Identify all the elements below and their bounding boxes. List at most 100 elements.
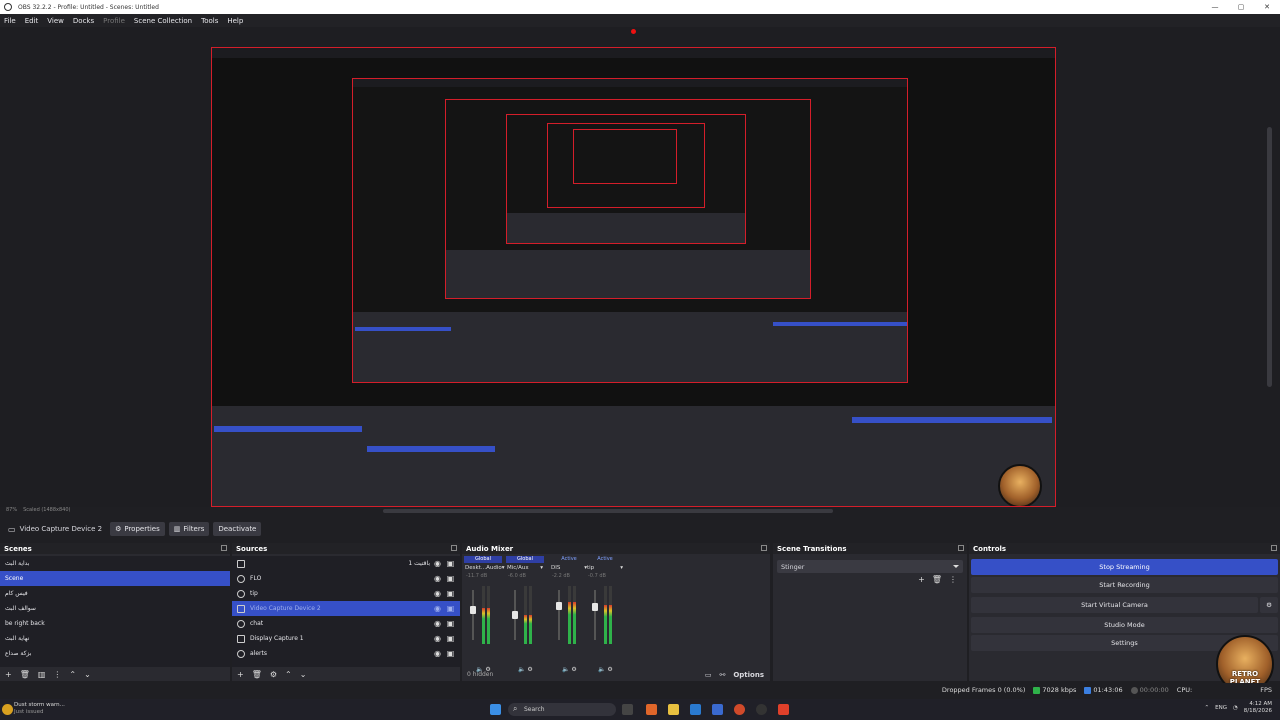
scene-item[interactable]: سوالف البث <box>0 601 230 616</box>
studio-mode-button[interactable]: Studio Mode <box>971 617 1278 633</box>
menu-tools[interactable]: Tools <box>201 17 218 25</box>
volume-slider[interactable] <box>512 590 518 640</box>
scene-filters-icon[interactable]: ▥ <box>38 670 46 679</box>
deactivate-button[interactable]: Deactivate <box>213 522 262 536</box>
menu-file[interactable]: File <box>4 17 16 25</box>
gear-icon[interactable]: ⚙ <box>607 666 612 673</box>
volume-slider[interactable] <box>556 590 562 640</box>
chevron-down-icon[interactable]: ▾ <box>540 565 543 571</box>
more-icon[interactable]: ⋮ <box>53 670 61 679</box>
source-item[interactable]: alerts ◉ ▣ <box>232 646 460 661</box>
stop-streaming-button[interactable]: Stop Streaming <box>971 559 1278 575</box>
close-button[interactable]: ✕ <box>1254 0 1280 14</box>
volume-slider-knob[interactable] <box>512 611 518 619</box>
move-down-icon[interactable]: ⌄ <box>84 670 91 679</box>
lock-icon[interactable]: ▣ <box>446 604 455 613</box>
chevron-down-icon[interactable]: ▾ <box>502 565 505 571</box>
menu-help[interactable]: Help <box>227 17 243 25</box>
sources-list[interactable]: باقتيت 1 ◉ ▣ FLO ◉ ▣ tip ◉ ▣ Video Captu… <box>232 556 460 667</box>
source-item[interactable]: FLO ◉ ▣ <box>232 571 460 586</box>
lock-icon[interactable]: ▣ <box>446 589 455 598</box>
wifi-icon[interactable]: ◔ <box>1233 705 1238 711</box>
move-down-icon[interactable]: ⌄ <box>300 670 307 679</box>
undock-icon[interactable] <box>221 545 227 551</box>
lock-icon[interactable]: ▣ <box>446 634 455 643</box>
lock-icon[interactable]: ▣ <box>446 574 455 583</box>
virtual-camera-settings-icon[interactable]: ⚙ <box>1260 597 1278 613</box>
taskbar-search[interactable]: ⌕ Search <box>508 703 616 716</box>
volume-slider-knob[interactable] <box>470 606 476 614</box>
add-icon[interactable]: + <box>237 670 244 679</box>
move-up-icon[interactable]: ⌃ <box>285 670 292 679</box>
preview-vertical-scrollbar[interactable] <box>1267 127 1272 387</box>
eye-icon[interactable]: ◉ <box>433 649 442 658</box>
scene-item[interactable]: be right back <box>0 616 230 631</box>
speaker-icon[interactable]: 🔈 <box>598 666 605 673</box>
source-item[interactable]: chat ◉ ▣ <box>232 616 460 631</box>
channel-name-row[interactable]: DIS ▾ <box>550 563 588 573</box>
lock-icon[interactable]: ▣ <box>446 649 455 658</box>
obs-icon[interactable] <box>756 704 767 715</box>
menu-scene-collection[interactable]: Scene Collection <box>134 17 192 25</box>
volume-slider[interactable] <box>592 590 598 640</box>
undock-icon[interactable] <box>1271 545 1277 551</box>
preview-horizontal-scrollbar[interactable] <box>383 509 833 513</box>
mixer-options-button[interactable]: Options <box>733 671 764 679</box>
volume-slider-knob[interactable] <box>592 603 598 611</box>
minimize-button[interactable]: — <box>1202 0 1228 14</box>
scene-item[interactable]: بداية البث <box>0 556 230 571</box>
transition-select[interactable]: Stinger <box>777 560 963 573</box>
chrome-icon[interactable] <box>734 704 745 715</box>
menu-profile[interactable]: Profile <box>103 17 125 25</box>
move-up-icon[interactable]: ⌃ <box>69 670 76 679</box>
menu-docks[interactable]: Docks <box>73 17 94 25</box>
channel-name-row[interactable]: Mic/Aux ▾ <box>506 563 544 573</box>
undock-icon[interactable] <box>451 545 457 551</box>
trash-icon[interactable]: 🗑 <box>252 670 262 679</box>
lock-icon[interactable]: ▣ <box>446 559 455 568</box>
eye-icon[interactable]: ◉ <box>433 619 442 628</box>
undock-icon[interactable] <box>958 545 964 551</box>
preview-canvas[interactable] <box>211 47 1056 507</box>
gear-icon[interactable]: ⚙ <box>270 670 277 679</box>
eye-icon[interactable]: ◉ <box>433 574 442 583</box>
channel-name-row[interactable]: Deskt...Audio ▾ <box>464 563 505 573</box>
transform-handle[interactable] <box>631 29 636 34</box>
source-item[interactable]: tip ◉ ▣ <box>232 586 460 601</box>
scene-item[interactable]: نهاية البث <box>0 631 230 646</box>
menu-view[interactable]: View <box>47 17 64 25</box>
speaker-icon[interactable]: 🔈 <box>562 666 569 673</box>
lang-indicator[interactable]: ENG <box>1215 705 1227 711</box>
app-icon[interactable] <box>712 704 723 715</box>
maximize-button[interactable]: ▢ <box>1228 0 1254 14</box>
scaled-resolution[interactable]: Scaled (1488x840) <box>23 507 70 513</box>
eye-icon[interactable]: ◉ <box>433 559 442 568</box>
eye-icon[interactable]: ◉ <box>433 604 442 613</box>
filters-button[interactable]: ▥ Filters <box>168 522 210 536</box>
trash-icon[interactable]: 🗑 <box>20 670 30 679</box>
volume-slider-knob[interactable] <box>556 602 562 610</box>
trash-icon[interactable]: 🗑 <box>932 575 942 584</box>
more-icon[interactable]: ⋮ <box>949 575 957 584</box>
add-icon[interactable]: + <box>5 670 12 679</box>
preview-area[interactable]: 87% Scaled (1488x840) <box>0 27 1280 513</box>
lock-icon[interactable]: ▣ <box>446 619 455 628</box>
app-icon[interactable] <box>690 704 701 715</box>
volume-slider[interactable] <box>470 590 476 640</box>
task-view-icon[interactable] <box>622 704 633 715</box>
weather-widget[interactable]: Dust storm warn... Just issued <box>14 702 65 716</box>
chevron-up-icon[interactable]: ⌃ <box>1205 705 1210 711</box>
source-item[interactable]: Video Capture Device 2 ◉ ▣ <box>232 601 460 616</box>
properties-button[interactable]: ⚙ Properties <box>110 522 165 536</box>
windows-start-icon[interactable] <box>490 704 501 715</box>
link-icon[interactable]: ⚯ <box>719 671 725 679</box>
chevron-down-icon[interactable]: ▾ <box>620 565 623 571</box>
layout-icon[interactable]: ▭ <box>705 671 712 679</box>
scene-item[interactable]: فيس كام <box>0 586 230 601</box>
eye-icon[interactable]: ◉ <box>433 589 442 598</box>
speaker-icon[interactable]: 🔈 <box>518 666 525 673</box>
source-item[interactable]: باقتيت 1 ◉ ▣ <box>232 556 460 571</box>
start-virtual-camera-button[interactable]: Start Virtual Camera <box>971 597 1258 613</box>
zoom-level[interactable]: 87% <box>6 507 17 513</box>
channel-name-row[interactable]: tip ▾ <box>586 563 624 573</box>
